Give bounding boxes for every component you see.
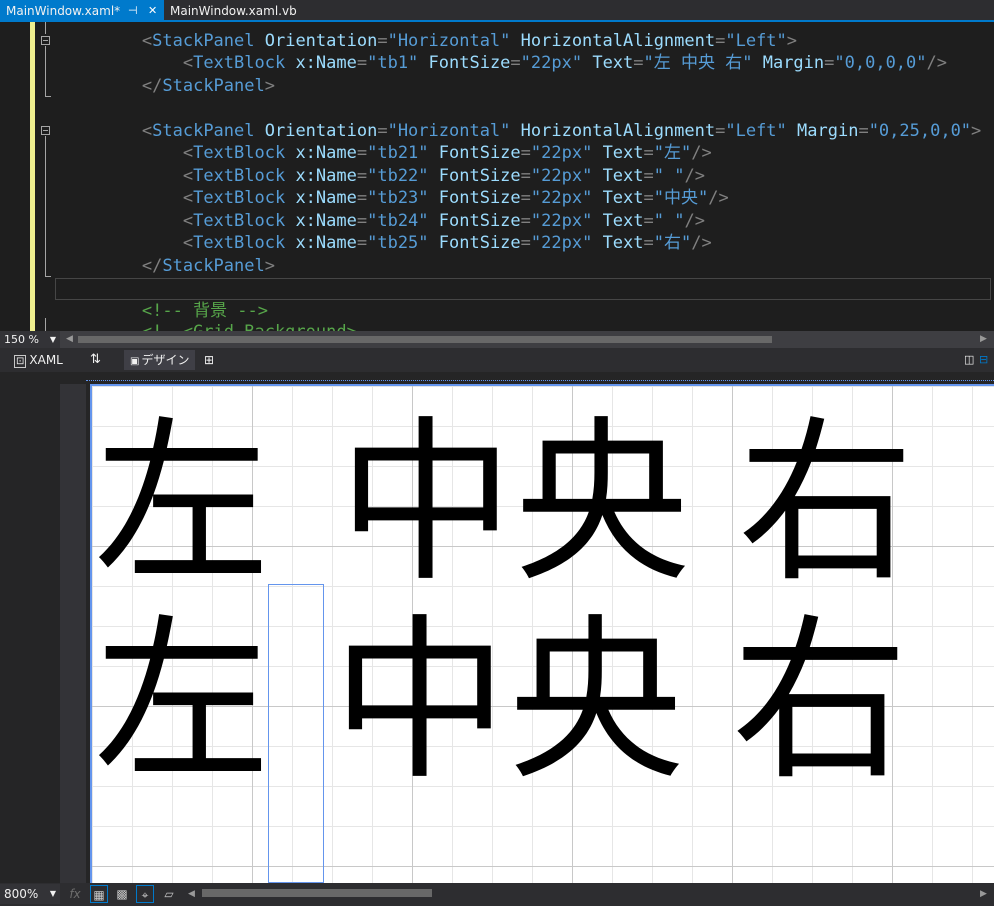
tb23-text[interactable]: 中央 — [332, 614, 684, 790]
collapse-icon[interactable] — [41, 36, 50, 45]
design-zoom-dropdown[interactable]: 800% ▼ — [0, 884, 60, 904]
chevron-down-icon: ▼ — [49, 335, 56, 344]
swap-panes-button[interactable]: ⇅ — [90, 350, 101, 370]
pop-out-xaml-icon[interactable]: ⊞ — [204, 350, 214, 370]
code-editor[interactable]: <StackPanel Orientation="Horizontal" Hor… — [0, 22, 994, 331]
current-line-highlight — [55, 278, 991, 300]
scroll-left-icon[interactable]: ◀ — [188, 884, 195, 904]
tab-xaml-label: XAML — [29, 353, 63, 367]
tb22-selection-box[interactable] — [268, 584, 324, 883]
chevron-down-icon: ▼ — [49, 889, 56, 898]
code-line-9: <TextBlock x:Name="tb24" FontSize="22px"… — [182, 211, 705, 231]
line-number-gutter — [0, 22, 30, 331]
outline-end — [45, 96, 51, 97]
tb1-right-text[interactable]: 右 — [738, 416, 914, 592]
code-line-5: <StackPanel Orientation="Horizontal" Hor… — [141, 121, 982, 141]
code-line-1: <StackPanel Orientation="Horizontal" Hor… — [141, 31, 798, 51]
tab-label: MainWindow.xaml* — [6, 4, 121, 18]
code-line-11: </StackPanel> — [141, 256, 275, 276]
tb25-text[interactable]: 右 — [732, 614, 908, 790]
grid-toggle-icon[interactable]: ▦ — [90, 885, 108, 903]
swap-icon: ⇅ — [90, 352, 101, 367]
tab-label: MainWindow.xaml.vb — [170, 4, 297, 18]
code-line-6: <TextBlock x:Name="tb21" FontSize="22px"… — [182, 143, 712, 163]
vertical-ruler — [60, 384, 86, 883]
horizontal-split-icon[interactable]: ⊟ — [979, 350, 988, 370]
scroll-left-icon[interactable]: ◀ — [66, 331, 73, 348]
code-line-10: <TextBlock x:Name="tb25" FontSize="22px"… — [182, 233, 712, 253]
tab-design[interactable]: ▣ デザイン — [124, 350, 196, 370]
editor-zoom-dropdown[interactable]: 150 % ▼ — [0, 331, 60, 348]
tb1-center-text[interactable]: 中央 — [338, 416, 690, 592]
collapse-icon[interactable] — [41, 126, 50, 135]
design-icon: ▣ — [130, 356, 140, 367]
annotations-icon[interactable]: ▱ — [160, 885, 178, 903]
design-scrollbar-thumb[interactable] — [202, 889, 432, 897]
close-icon[interactable]: ✕ — [148, 0, 157, 22]
code-line-2: <TextBlock x:Name="tb1" FontSize="22px" … — [182, 53, 947, 73]
document-tab-bar: MainWindow.xaml* ⊣ ✕ MainWindow.xaml.vb — [0, 0, 994, 22]
pin-icon[interactable]: ⊣ — [128, 0, 138, 22]
tab-mainwindow-xaml[interactable]: MainWindow.xaml* ⊣ ✕ — [0, 0, 164, 22]
code-line-8: <TextBlock x:Name="tb23" FontSize="22px"… — [182, 188, 729, 208]
grid-line — [92, 866, 994, 867]
snap-snaplines-icon[interactable]: ⌖ — [136, 885, 154, 903]
xaml-icon: ⊡ — [14, 355, 27, 368]
zoom-value: 800% — [4, 887, 39, 901]
code-line-3: </StackPanel> — [141, 76, 275, 96]
tab-mainwindow-xaml-vb[interactable]: MainWindow.xaml.vb — [164, 0, 304, 22]
outline-line — [45, 318, 46, 331]
scroll-right-icon[interactable]: ▶ — [980, 884, 987, 904]
outline-line — [45, 22, 46, 34]
tb1-left-text[interactable]: 左 — [94, 416, 270, 592]
scrollbar-thumb[interactable] — [78, 336, 772, 343]
code-line-7: <TextBlock x:Name="tb22" FontSize="22px"… — [182, 166, 705, 186]
design-canvas[interactable]: 左 中央 右 左 中央 右 — [90, 384, 994, 883]
zoom-value: 150 % — [4, 333, 39, 346]
code-line-13: <!-- 背景 --> — [141, 301, 269, 321]
scroll-right-icon[interactable]: ▶ — [980, 331, 987, 348]
outline-line — [45, 46, 46, 96]
code-line-14: <!--<Grid Background> — [60, 321, 357, 331]
outline-line — [45, 136, 46, 276]
effects-toggle[interactable]: fx — [66, 885, 84, 903]
vertical-split-icon[interactable]: ◫ — [964, 350, 974, 370]
tab-design-label: デザイン — [141, 353, 190, 367]
tb21-text[interactable]: 左 — [94, 614, 270, 790]
snap-gridlines-icon[interactable]: ▩ — [113, 885, 131, 903]
outline-end — [45, 276, 51, 277]
tab-xaml[interactable]: ⊡ XAML — [14, 350, 63, 370]
